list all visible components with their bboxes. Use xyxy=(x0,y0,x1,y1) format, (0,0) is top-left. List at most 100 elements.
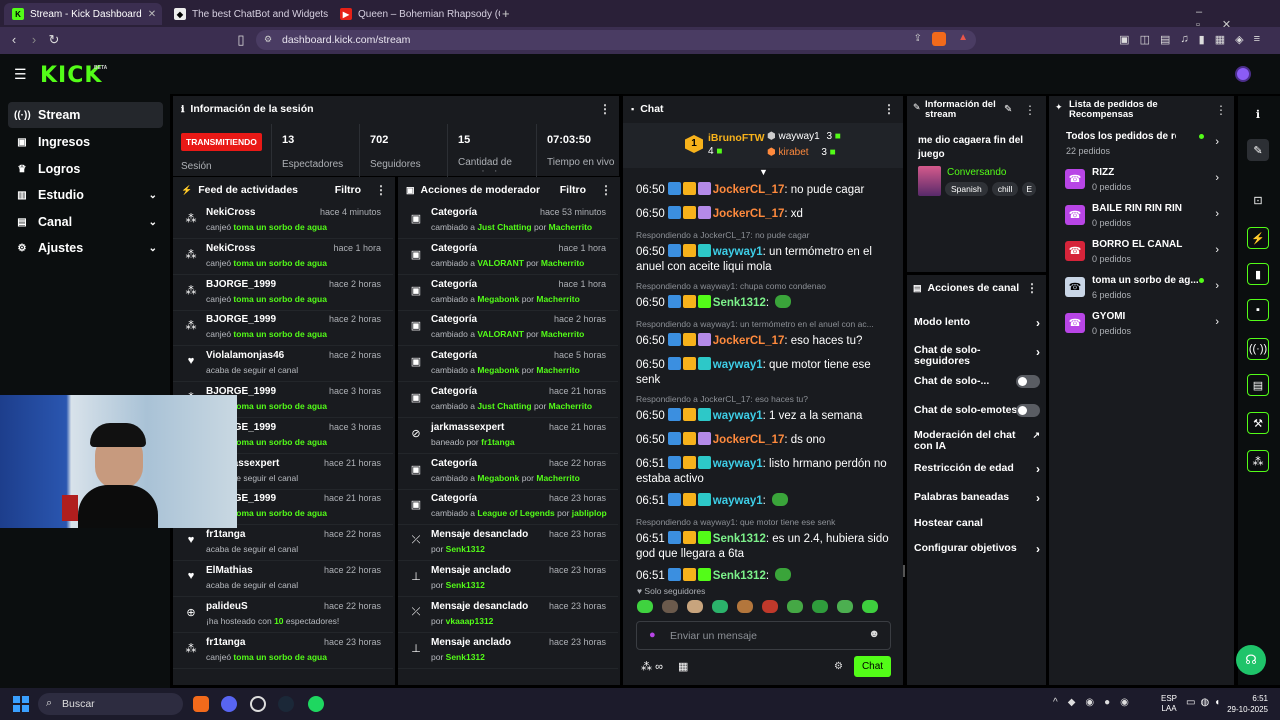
steam-app-icon[interactable] xyxy=(278,696,294,712)
channel-action-row[interactable]: Palabras baneadas › xyxy=(914,491,1040,507)
filter-button[interactable]: Filtro xyxy=(560,184,586,196)
more-options-icon[interactable]: ⋮ xyxy=(1024,103,1036,117)
feed-row[interactable]: ⁂ NekiCross hace 4 minutos canjeó toma un s… xyxy=(173,203,393,239)
feed-user[interactable]: BJORGE_1999 xyxy=(206,279,276,290)
feed-user[interactable]: palideuS xyxy=(206,601,248,612)
chat-message[interactable]: 06:51 wayway1: listo hrmano perdón no est… xyxy=(636,456,898,487)
feed-row[interactable]: ⊕ palideuS hace 22 horas ¡ha hosteado con 1… xyxy=(173,597,393,633)
category-link[interactable]: League of Legends xyxy=(477,508,554,518)
tab-youtube[interactable]: ▶ Queen – Bohemian Rhapsody (Officia xyxy=(332,3,500,25)
help-chat-button[interactable]: ☊ xyxy=(1236,645,1266,675)
emote-icon[interactable] xyxy=(737,600,753,613)
moderator-name[interactable]: Senk1312 xyxy=(446,544,485,554)
channel-icon[interactable]: ▤ xyxy=(1247,374,1269,396)
chat-message[interactable]: 06:51 Senk1312: xyxy=(636,568,898,584)
brave-rewards-icon[interactable]: ▲ xyxy=(958,32,968,43)
channel-action-row[interactable]: Chat de solo-... xyxy=(914,375,1040,391)
channel-action-row[interactable]: Hostear canal xyxy=(914,517,1040,533)
hamburger-menu-icon[interactable]: ☰ xyxy=(14,66,27,83)
new-tab-icon[interactable]: + xyxy=(502,6,510,21)
mod-action-row[interactable]: ▣ Categoría hace 1 hora cambiado a Megabonk… xyxy=(398,275,618,311)
chat-message[interactable]: 06:50 wayway1: un termómetro en el anuel … xyxy=(636,244,898,275)
translate-icon[interactable]: ▤ xyxy=(1160,33,1170,46)
chat-username[interactable]: JockerCL_17 xyxy=(713,184,785,196)
infinity-icon[interactable]: ∞ xyxy=(655,661,663,673)
discord-app-icon[interactable] xyxy=(221,696,237,712)
chat-scrollbar[interactable] xyxy=(903,565,905,577)
chat-username[interactable]: wayway1 xyxy=(713,458,763,470)
feed-user[interactable]: BJORGE_1999 xyxy=(206,314,276,325)
gifter-name[interactable]: kirabet xyxy=(779,147,809,158)
chat-username[interactable]: wayway1 xyxy=(713,410,763,422)
moderator-name[interactable]: jabliplop xyxy=(572,508,607,518)
feed-user[interactable]: ElMathias xyxy=(206,565,253,576)
moderator-name[interactable]: Senk1312 xyxy=(446,652,485,662)
channel-action-row[interactable]: Modo lento › xyxy=(914,316,1040,332)
chat-message[interactable]: 06:50 Senk1312: xyxy=(636,295,898,311)
reward-row[interactable]: ☎ RIZZ 0 pedidos › xyxy=(1057,163,1227,197)
moderator-name[interactable]: Macherrito xyxy=(536,294,579,304)
wrench-icon[interactable]: ⚒ xyxy=(1247,412,1269,434)
back-icon[interactable]: ‹ xyxy=(4,32,24,47)
category-link[interactable]: Just Chatting xyxy=(477,222,531,232)
reward-row[interactable]: ☎ toma un sorbo de ag... 6 pedidos › xyxy=(1057,271,1227,305)
obs-app-icon[interactable] xyxy=(250,696,266,712)
music-icon[interactable]: ♫ xyxy=(1180,33,1188,46)
chat-message[interactable]: 06:51 Senk1312: es un 2.4, hubiera sido g… xyxy=(636,531,898,562)
top-gifter-name[interactable]: iBrunoFTW xyxy=(708,132,765,144)
more-options-icon[interactable]: ⋮ xyxy=(1026,281,1038,295)
brave-shield-icon[interactable] xyxy=(932,32,946,46)
close-tab-icon[interactable]: ✕ xyxy=(142,9,156,20)
reward-row[interactable]: ☎ GYOMI 0 pedidos › xyxy=(1057,307,1227,341)
channel-action-row[interactable]: Chat de solo-seguidores › xyxy=(914,345,1040,367)
chat-message[interactable]: 06:50 wayway1: que motor tiene ese senk xyxy=(636,357,898,388)
moderator-name[interactable]: Macherrito xyxy=(541,258,584,268)
feed-row[interactable]: ⁂ fr1tanga hace 23 horas canjeó toma un sor… xyxy=(173,633,393,669)
users-icon[interactable]: ⁂ xyxy=(1247,450,1269,472)
emote-icon[interactable] xyxy=(812,600,828,613)
feed-user[interactable]: Violalamonjas46 xyxy=(206,350,284,361)
gifter-name[interactable]: wayway1 xyxy=(779,131,820,142)
chat-username[interactable]: wayway1 xyxy=(713,359,763,371)
chat-username[interactable]: JockerCL_17 xyxy=(713,434,785,446)
toggle-switch[interactable] xyxy=(1016,375,1040,388)
category-link[interactable]: VALORANT xyxy=(477,258,524,268)
mod-action-row[interactable]: ⊘ jarkmassexpert hace 21 horas baneado por … xyxy=(398,418,618,454)
chat-gear-icon[interactable]: ⚙ xyxy=(834,661,843,672)
tray-icons[interactable]: ^◆◉●◉ xyxy=(1053,697,1139,708)
chat-username[interactable]: JockerCL_17 xyxy=(713,208,785,220)
moderator-name[interactable]: vkaaap1312 xyxy=(446,616,494,626)
sidebar-item-estudio[interactable]: ▥ Estudio ⌄ xyxy=(8,182,163,208)
mod-action-row[interactable]: ▣ Categoría hace 1 hora cambiado a VALORANT… xyxy=(398,239,618,275)
emoji-icon[interactable]: ☻ xyxy=(868,628,880,640)
bookmark-icon[interactable]: ▯ xyxy=(231,32,251,48)
channel-action-row[interactable]: Chat de solo-emotes xyxy=(914,404,1040,420)
feed-row[interactable]: ⁂ BJORGE_1999 hace 2 horas canjeó toma un s… xyxy=(173,310,393,347)
lightning-icon[interactable]: ⚡ xyxy=(1247,227,1269,249)
moderator-name[interactable]: Macherrito xyxy=(549,401,592,411)
edit-icon[interactable]: ✎ xyxy=(1004,104,1012,115)
reload-icon[interactable]: ↻ xyxy=(44,32,64,48)
send-chat-button[interactable]: Chat xyxy=(854,656,891,677)
reply-context[interactable]: Respondiendo a JockerCL_17: eso haces tu… xyxy=(636,394,808,404)
sidebar-item-ajustes[interactable]: ⚙ Ajustes ⌄ xyxy=(8,235,163,261)
mod-action-row[interactable]: ▣ Categoría hace 53 minutos cambiado a Just… xyxy=(398,203,618,239)
chat-message[interactable]: 06:50 JockerCL_17: no pude cagar xyxy=(636,182,898,198)
feed-row[interactable]: ♥ Violalamonjas46 hace 2 horas acaba de seg… xyxy=(173,346,393,383)
category-link[interactable]: Just Chatting xyxy=(477,401,531,411)
emote-icon[interactable] xyxy=(637,600,653,613)
system-status-icons[interactable]: ▭◍◖ xyxy=(1186,697,1225,708)
sidebar-item-stream[interactable]: ((·)) Stream xyxy=(8,102,163,128)
chat-message[interactable]: 06:50 JockerCL_17: ds ono xyxy=(636,432,898,448)
edit-icon[interactable]: ✎ xyxy=(1247,139,1269,161)
emote-icon[interactable] xyxy=(862,600,878,613)
moderator-name[interactable]: fr1tanga xyxy=(481,437,515,447)
chat-message[interactable]: 06:50 wayway1: 1 vez a la semana xyxy=(636,408,898,424)
emote-icon[interactable] xyxy=(687,600,703,613)
chat-message[interactable]: 06:50 JockerCL_17: xd xyxy=(636,206,898,222)
emote-icon[interactable] xyxy=(762,600,778,613)
collapse-leaderboard-icon[interactable]: ▼ xyxy=(759,167,768,177)
screenshot-icon[interactable]: ◫ xyxy=(1140,33,1150,46)
stream-icon[interactable]: ((·)) xyxy=(1247,338,1269,360)
extension-icon[interactable]: ▣ xyxy=(1119,33,1129,46)
